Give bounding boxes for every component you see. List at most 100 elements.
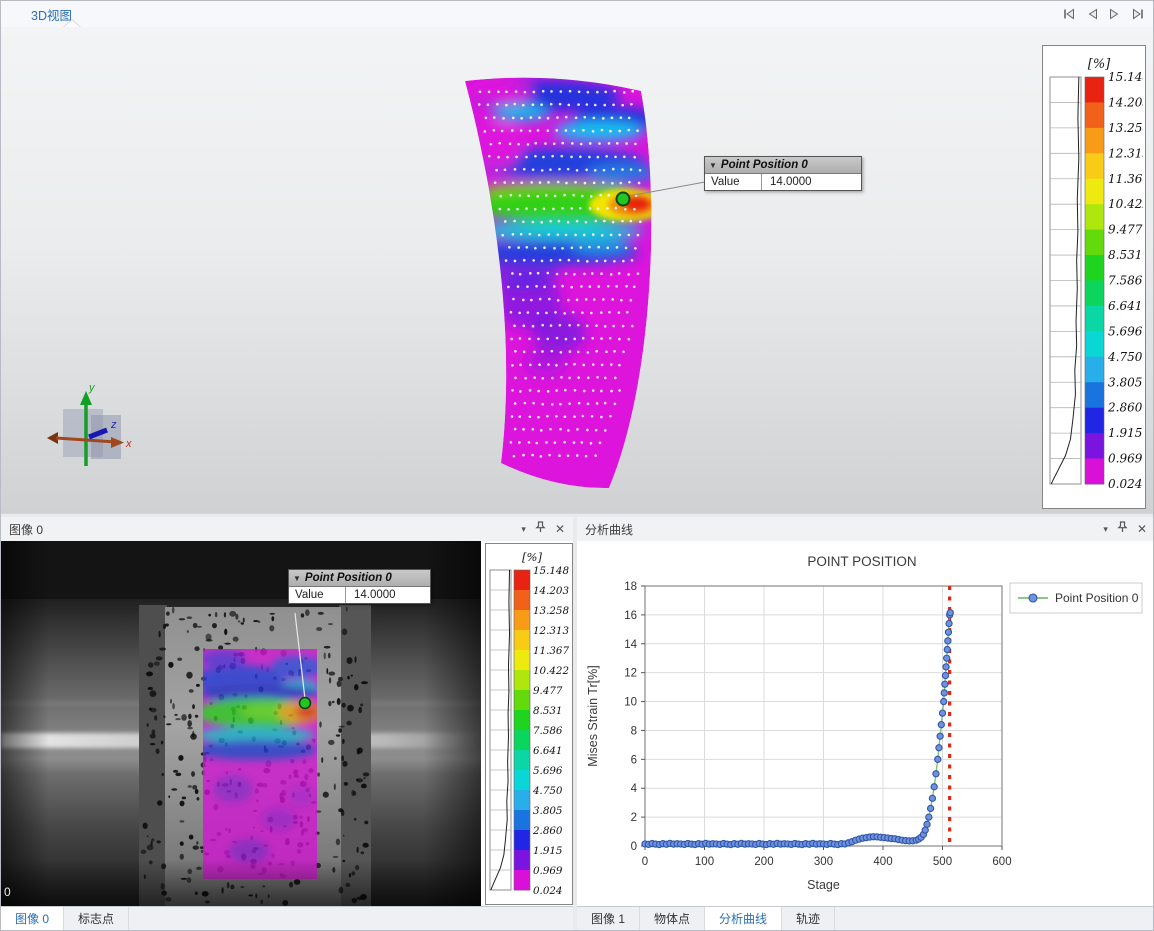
- stage-index-label: 0: [4, 885, 11, 899]
- legend-color-segment: [1085, 408, 1104, 434]
- tooltip-value: 14.0000: [762, 174, 861, 190]
- point-position-marker-image[interactable]: [300, 698, 311, 709]
- y-tick-label: 10: [624, 697, 637, 709]
- legend-color-segment: [514, 830, 530, 850]
- legend-color-segment: [1085, 331, 1104, 357]
- legend-value: 12.313: [1108, 146, 1143, 160]
- application-window: 3D视图 yxz [%]15.14814.20313.25812.31311.3…: [0, 0, 1154, 931]
- legend-value: 5.696: [1108, 324, 1143, 338]
- legend-value: 1.915: [533, 845, 562, 857]
- chart-title: POINT POSITION: [807, 554, 916, 569]
- axis-z-label: z: [110, 419, 117, 431]
- tooltip-collapse-icon[interactable]: ▼: [709, 161, 717, 170]
- legend-color-segment: [1085, 433, 1104, 459]
- point-position-marker-3d[interactable]: [617, 193, 630, 206]
- color-legend-image: [%]15.14814.20313.25812.31311.36710.4229…: [485, 543, 573, 905]
- y-tick-label: 6: [631, 754, 637, 766]
- legend-color-segment: [514, 850, 530, 870]
- legend-value: 14.203: [533, 585, 569, 597]
- color-legend-3d: [%]15.14814.20313.25812.31311.36710.4229…: [1042, 45, 1146, 509]
- stage-navigation: [1062, 1, 1145, 27]
- last-stage-icon[interactable]: [1131, 8, 1145, 20]
- legend-color-segment: [514, 710, 530, 730]
- legend-value: 5.696: [533, 765, 563, 777]
- chart-legend[interactable]: Point Position 0: [1010, 583, 1142, 613]
- legend-color-segment: [514, 670, 530, 690]
- legend-value: 12.313: [533, 625, 569, 637]
- legend-color-segment: [1085, 255, 1104, 281]
- 3d-viewport[interactable]: yxz [%]15.14814.20313.25812.31311.36710.…: [1, 27, 1154, 513]
- tab-analysis-curves[interactable]: 分析曲线: [705, 907, 782, 931]
- legend-value: 2.860: [1107, 401, 1143, 415]
- legend-value: 3.805: [1108, 375, 1142, 389]
- chevron-down-icon[interactable]: ▾: [1103, 524, 1108, 535]
- legend-value: 13.258: [533, 605, 569, 617]
- y-axis-label: Mises Strain Tr[%]: [586, 665, 600, 766]
- y-tick-label: 12: [624, 668, 637, 680]
- curves-content[interactable]: POINT POSITION01002003004005006000246810…: [577, 541, 1154, 906]
- legend-color-segment: [1085, 306, 1104, 332]
- legend-value: 4.750: [532, 785, 563, 797]
- pin-icon[interactable]: [535, 520, 546, 538]
- legend-color-segment: [514, 810, 530, 830]
- legend-value: 4.750: [1107, 350, 1143, 364]
- legend-value: 10.422: [533, 665, 569, 677]
- legend-value: 1.915: [1108, 426, 1142, 440]
- x-tick-label: 200: [754, 856, 773, 868]
- point-tooltip-image[interactable]: ▼Point Position 0 Value 14.0000: [288, 569, 431, 604]
- image0-tabbar: 图像 0 标志点: [1, 906, 573, 931]
- tab-trajectory[interactable]: 轨迹: [782, 907, 835, 931]
- legend-color-segment: [1085, 357, 1104, 383]
- tab-image0[interactable]: 图像 0: [1, 907, 64, 931]
- close-icon[interactable]: ✕: [1137, 522, 1147, 536]
- first-stage-icon[interactable]: [1062, 8, 1076, 20]
- panel-curves-title: 分析曲线: [585, 521, 633, 538]
- legend-value: 0.969: [1108, 452, 1143, 466]
- legend-color-segment: [514, 570, 530, 590]
- tooltip-collapse-icon[interactable]: ▼: [293, 574, 301, 583]
- y-tick-label: 18: [624, 581, 637, 593]
- previous-stage-icon[interactable]: [1087, 8, 1098, 20]
- panel-image0: 图像 0 ▾ ✕ [%]15.14814.20313.25812.31311.3…: [1, 517, 573, 931]
- y-tick-label: 4: [631, 783, 638, 795]
- x-tick-label: 600: [992, 856, 1011, 868]
- panel-analysis-curves: 分析曲线 ▾ ✕ POINT POSITION01002003004005006…: [577, 517, 1154, 931]
- x-tick-label: 0: [642, 856, 648, 868]
- tab-image1[interactable]: 图像 1: [577, 907, 640, 931]
- legend-value: 6.641: [1108, 299, 1142, 313]
- strain-chart: POINT POSITION01002003004005006000246810…: [577, 541, 1154, 906]
- y-tick-label: 8: [631, 725, 637, 737]
- 3d-strain-surface: yxz: [1, 27, 1154, 513]
- chart-legend-label: Point Position 0: [1055, 591, 1139, 605]
- legend-unit: [%]: [522, 550, 542, 564]
- close-icon[interactable]: ✕: [555, 522, 565, 536]
- top-tabbar: 3D视图: [1, 1, 1154, 28]
- next-stage-icon[interactable]: [1109, 8, 1120, 20]
- legend-color-segment: [1085, 179, 1104, 205]
- tooltip-title: Point Position 0: [721, 159, 808, 171]
- y-tick-label: 0: [631, 841, 637, 853]
- legend-value: 7.586: [1108, 274, 1143, 288]
- tab-markers[interactable]: 标志点: [64, 907, 129, 931]
- tab-object-points[interactable]: 物体点: [640, 907, 705, 931]
- legend-value: 14.203: [1108, 95, 1143, 109]
- chevron-down-icon[interactable]: ▾: [521, 524, 526, 535]
- x-axis-label: Stage: [807, 878, 840, 892]
- axis-x-label: x: [125, 438, 132, 450]
- pin-icon[interactable]: [1117, 520, 1128, 538]
- legend-value: 0.969: [533, 865, 563, 877]
- x-tick-label: 100: [695, 856, 714, 868]
- legend-color-segment: [514, 730, 530, 750]
- legend-value: 11.367: [533, 645, 569, 657]
- legend-color-segment: [514, 870, 530, 890]
- legend-value: 9.477: [533, 685, 563, 697]
- legend-color-segment: [1085, 204, 1104, 230]
- legend-color-segment: [1085, 281, 1104, 307]
- x-tick-label: 400: [873, 856, 892, 868]
- point-tooltip-3d[interactable]: ▼Point Position 0 Value 14.0000: [704, 156, 862, 191]
- image0-content[interactable]: [%]15.14814.20313.25812.31311.36710.4229…: [1, 541, 573, 906]
- legend-value: 6.641: [533, 745, 562, 757]
- series-line: [645, 613, 950, 845]
- legend-color-segment: [1085, 230, 1104, 256]
- legend-color-segment: [514, 630, 530, 650]
